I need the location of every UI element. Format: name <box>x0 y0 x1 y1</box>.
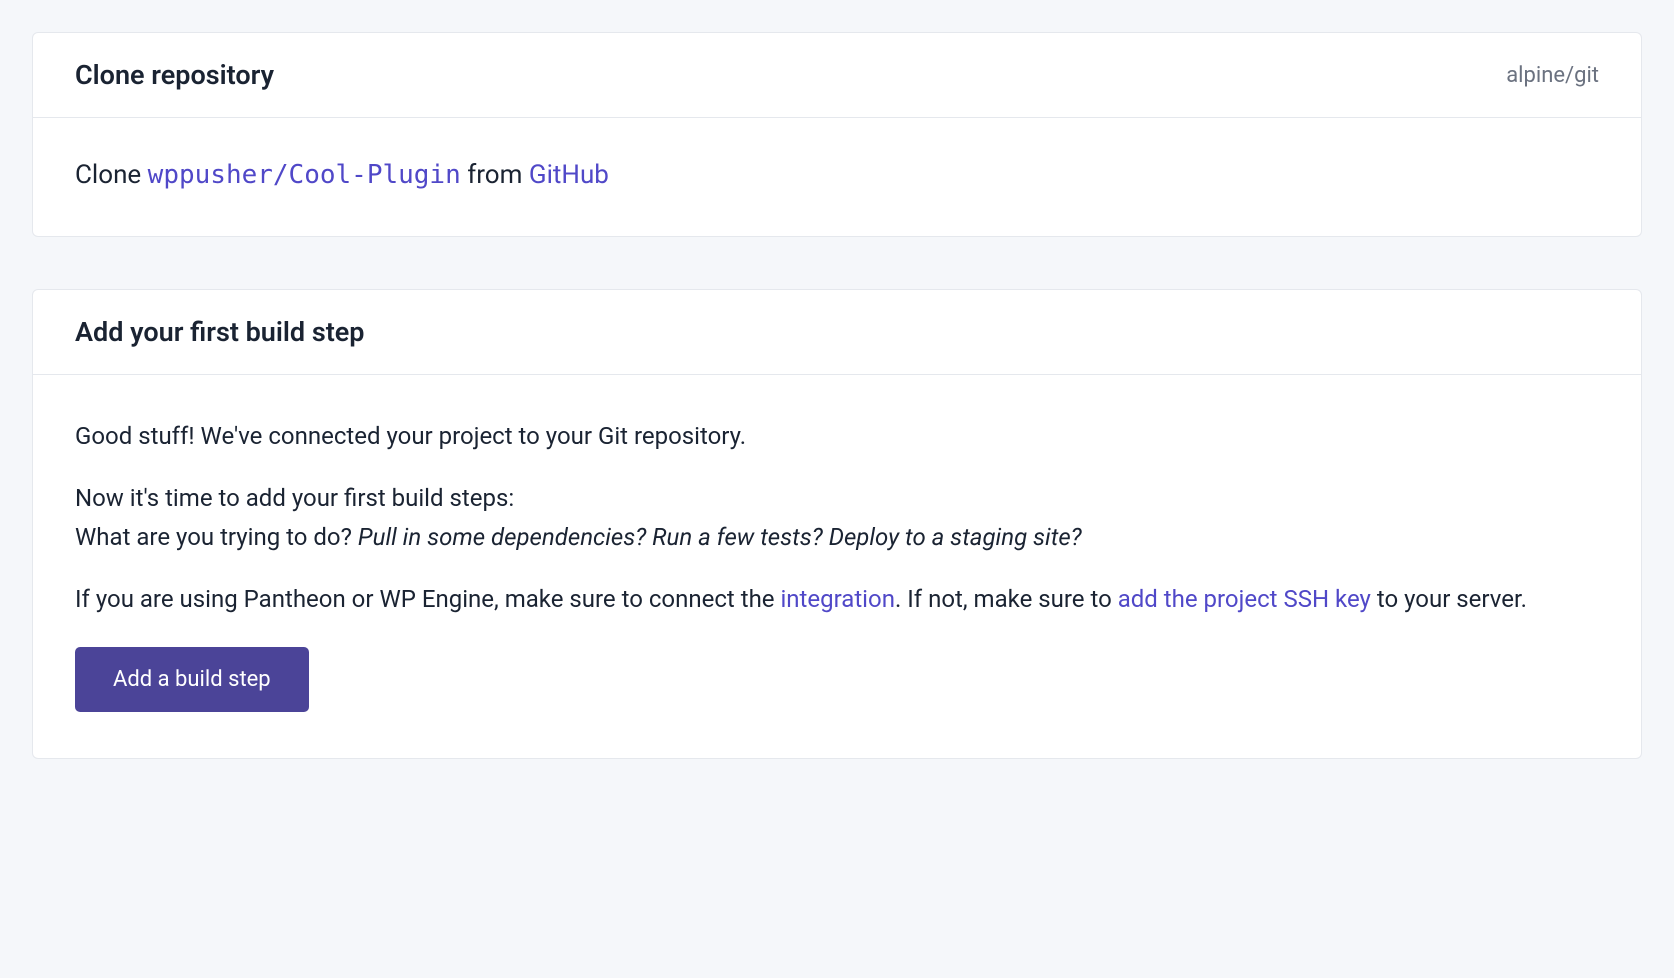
clone-description: Clone wppusher/Cool-Plugin from GitHub <box>75 160 1599 190</box>
integration-link[interactable]: integration <box>780 585 895 613</box>
integration-text-a: If you are using Pantheon or WP Engine, … <box>75 585 780 613</box>
integration-text-b: . If not, make sure to <box>895 585 1118 613</box>
repository-link[interactable]: wppusher/Cool-Plugin <box>148 160 461 190</box>
card-header: Clone repository alpine/git <box>33 33 1641 118</box>
image-tag: alpine/git <box>1506 63 1599 88</box>
card-body: Clone wppusher/Cool-Plugin from GitHub <box>33 118 1641 236</box>
add-build-step-card: Add your first build step Good stuff! We… <box>32 289 1642 759</box>
steps-question: What are you trying to do? <box>75 523 358 551</box>
card-title: Add your first build step <box>75 316 365 348</box>
provider-link[interactable]: GitHub <box>529 160 609 190</box>
integration-paragraph: If you are using Pantheon or WP Engine, … <box>75 580 1599 618</box>
intro-paragraph: Good stuff! We've connected your project… <box>75 417 1599 455</box>
clone-prefix: Clone <box>75 160 148 190</box>
steps-paragraph: Now it's time to add your first build st… <box>75 479 1599 556</box>
card-header: Add your first build step <box>33 290 1641 375</box>
integration-text-c: to your server. <box>1371 585 1527 613</box>
card-title: Clone repository <box>75 59 274 91</box>
steps-examples: Pull in some dependencies? Run a few tes… <box>358 523 1082 551</box>
steps-line1: Now it's time to add your first build st… <box>75 484 514 512</box>
card-body: Good stuff! We've connected your project… <box>33 375 1641 758</box>
ssh-key-link[interactable]: add the project SSH key <box>1118 585 1371 613</box>
clone-repository-card: Clone repository alpine/git Clone wppush… <box>32 32 1642 237</box>
from-text: from <box>461 160 529 190</box>
add-build-step-button[interactable]: Add a build step <box>75 647 309 712</box>
